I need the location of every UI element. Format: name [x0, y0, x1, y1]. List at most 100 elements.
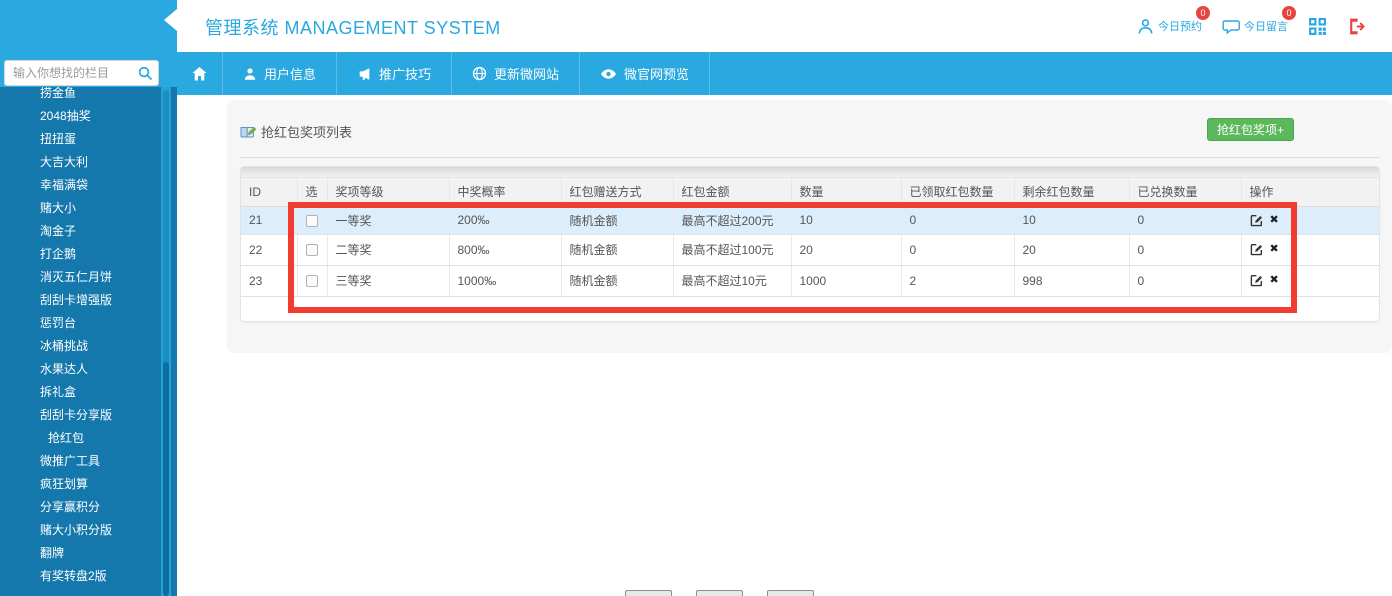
col-select: 选	[297, 178, 328, 207]
sidebar-item-分享赢积分[interactable]: 分享赢积分	[0, 496, 161, 519]
delete-icon[interactable]: ✖	[1270, 275, 1279, 286]
edit-icon[interactable]	[1250, 274, 1263, 287]
main-navbar: 用户信息 推广技巧 更新微网站 微官网预览	[177, 52, 1392, 95]
page-title: 抢红包奖项列表	[240, 122, 352, 141]
sidebar-item-打企鹅[interactable]: 打企鹅	[0, 243, 161, 266]
cell-win-probability: 1000‰	[449, 265, 562, 297]
row-checkbox[interactable]	[305, 244, 318, 257]
col-id: ID	[241, 178, 298, 207]
table-row: 21 一等奖 200‰ 随机金额 最高不超过200元 10 0 10 0 ✖	[241, 206, 1379, 235]
add-prize-button[interactable]: 抢红包奖项+	[1206, 118, 1294, 141]
bottom-button-2[interactable]	[696, 590, 743, 596]
sidebar-item-大吉大利[interactable]: 大吉大利	[0, 151, 161, 174]
search-icon[interactable]	[137, 65, 153, 81]
search-input[interactable]	[4, 60, 159, 86]
cell-actions: ✖	[1241, 234, 1379, 266]
sidebar-item-赌大小[interactable]: 赌大小	[0, 197, 161, 220]
sidebar-search-strip	[0, 52, 177, 87]
table-panel: ID 选 奖项等级 中奖概率 红包赠送方式 红包金额 数量 已领取红包数量 剩余…	[240, 166, 1380, 322]
sidebar-item-冰桶挑战[interactable]: 冰桶挑战	[0, 335, 161, 358]
cell-win-probability: 200‰	[449, 206, 562, 235]
cell-claimed: 0	[901, 206, 1015, 235]
edit-icon[interactable]	[1250, 214, 1263, 227]
sidebar-item-赌大小积分版[interactable]: 赌大小积分版	[0, 519, 161, 542]
table-row: 22 二等奖 800‰ 随机金额 最高不超过100元 20 0 20 0 ✖	[241, 234, 1379, 266]
sidebar-item-惩罚台[interactable]: 惩罚台	[0, 312, 161, 335]
cell-select	[297, 234, 328, 266]
col-redeemed: 已兑换数量	[1129, 178, 1242, 207]
home-icon	[192, 66, 207, 80]
sidebar-item-刮刮卡增强版[interactable]: 刮刮卡增强版	[0, 289, 161, 312]
today-appointments-label: 今日预约	[1158, 21, 1202, 33]
sidebar-collapse-arrow-icon[interactable]	[164, 9, 177, 31]
sidebar-item-有奖转盘2版[interactable]: 有奖转盘2版	[0, 565, 161, 588]
row-checkbox[interactable]	[305, 275, 318, 288]
row-checkbox[interactable]	[305, 214, 318, 227]
cell-id: 23	[241, 265, 298, 297]
megaphone-icon	[359, 67, 370, 80]
cell-actions: ✖	[1241, 265, 1379, 297]
col-remaining: 剩余红包数量	[1014, 178, 1130, 207]
sidebar-item-抢红包[interactable]: ›抢红包	[0, 427, 161, 450]
sidebar-item-微推广工具[interactable]: 微推广工具	[0, 450, 161, 473]
bottom-button-3[interactable]	[767, 590, 814, 596]
cell-quantity: 20	[791, 234, 902, 266]
logout-icon[interactable]	[1347, 17, 1366, 36]
content-area: 抢红包奖项列表 抢红包奖项+ ID 选 奖项等级 中奖概率 红包赠送方式 红包金…	[177, 95, 1392, 596]
sidebar-item-幸福满袋[interactable]: 幸福满袋	[0, 174, 161, 197]
nav-promo-tips-label: 推广技巧	[379, 67, 432, 82]
col-quantity: 数量	[791, 178, 902, 207]
sidebar-item-2048抽奖[interactable]: 2048抽奖	[0, 105, 161, 128]
col-amount: 红包金额	[673, 178, 792, 207]
user-icon	[244, 67, 256, 80]
col-prize-level: 奖项等级	[327, 178, 450, 207]
appointments-badge: 0	[1196, 5, 1210, 20]
today-appointments[interactable]: 今日预约 0	[1137, 5, 1210, 35]
cell-quantity: 1000	[791, 265, 902, 297]
cell-remaining: 10	[1014, 206, 1130, 235]
delete-icon[interactable]: ✖	[1270, 244, 1279, 255]
sidebar-item-淘金子[interactable]: 淘金子	[0, 220, 161, 243]
top-header: 管理系统 MANAGEMENT SYSTEM 今日预约 0 今日留言 0	[177, 0, 1392, 52]
cell-remaining: 998	[1014, 265, 1130, 297]
cell-id: 22	[241, 234, 298, 266]
cell-amount: 最高不超过100元	[673, 234, 792, 266]
cell-gift-method: 随机金额	[561, 234, 674, 266]
sidebar-item-捞金鱼[interactable]: 捞金鱼	[0, 87, 161, 105]
nav-home[interactable]	[177, 52, 223, 95]
nav-update-site[interactable]: 更新微网站	[452, 52, 581, 95]
cell-prize-level: 一等奖	[327, 206, 450, 235]
sidebar-menu: 捞金鱼 2048抽奖 扭扭蛋 大吉大利 幸福满袋 赌大小 淘金子 打企鹅 消灭五仁月饼 刮刮卡增强…	[0, 87, 161, 596]
messages-badge: 0	[1282, 5, 1296, 20]
cell-gift-method: 随机金额	[561, 206, 674, 235]
cell-quantity: 10	[791, 206, 902, 235]
sidebar-item-消灭五仁月饼[interactable]: 消灭五仁月饼	[0, 266, 161, 289]
sidebar-item-翻牌[interactable]: 翻牌	[0, 542, 161, 565]
divider	[240, 157, 1380, 158]
nav-site-preview[interactable]: 微官网预览	[580, 52, 711, 95]
cell-win-probability: 800‰	[449, 234, 562, 266]
qr-code-icon[interactable]	[1308, 17, 1327, 36]
sidebar-item-扭扭蛋[interactable]: 扭扭蛋	[0, 128, 161, 151]
cell-redeemed: 0	[1129, 234, 1242, 266]
bottom-button-1[interactable]	[625, 590, 672, 596]
nav-promo-tips[interactable]: 推广技巧	[337, 52, 453, 95]
delete-icon[interactable]: ✖	[1270, 214, 1279, 226]
table-header-row: ID 选 奖项等级 中奖概率 红包赠送方式 红包金额 数量 已领取红包数量 剩余…	[241, 178, 1379, 207]
today-messages[interactable]: 今日留言 0	[1222, 5, 1296, 35]
nav-user-info[interactable]: 用户信息	[223, 52, 338, 95]
panel-heading	[241, 167, 1379, 178]
edit-icon[interactable]	[1250, 243, 1263, 256]
list-edit-icon	[240, 127, 256, 138]
scrollbar-thumb[interactable]	[163, 362, 169, 596]
sidebar-item-水果达人[interactable]: 水果达人	[0, 358, 161, 381]
sidebar-item-疯狂划算[interactable]: 疯狂划算	[0, 473, 161, 496]
eye-icon	[600, 68, 617, 79]
col-claimed: 已领取红包数量	[901, 178, 1015, 207]
sidebar-scrollbar[interactable]	[161, 84, 171, 596]
sidebar-item-拆礼盒[interactable]: 拆礼盒	[0, 381, 161, 404]
cell-prize-level: 三等奖	[327, 265, 450, 297]
sidebar-item-刮刮卡分享版[interactable]: 刮刮卡分享版	[0, 404, 161, 427]
page-title-label: 抢红包奖项列表	[261, 125, 353, 140]
cell-amount: 最高不超过200元	[673, 206, 792, 235]
